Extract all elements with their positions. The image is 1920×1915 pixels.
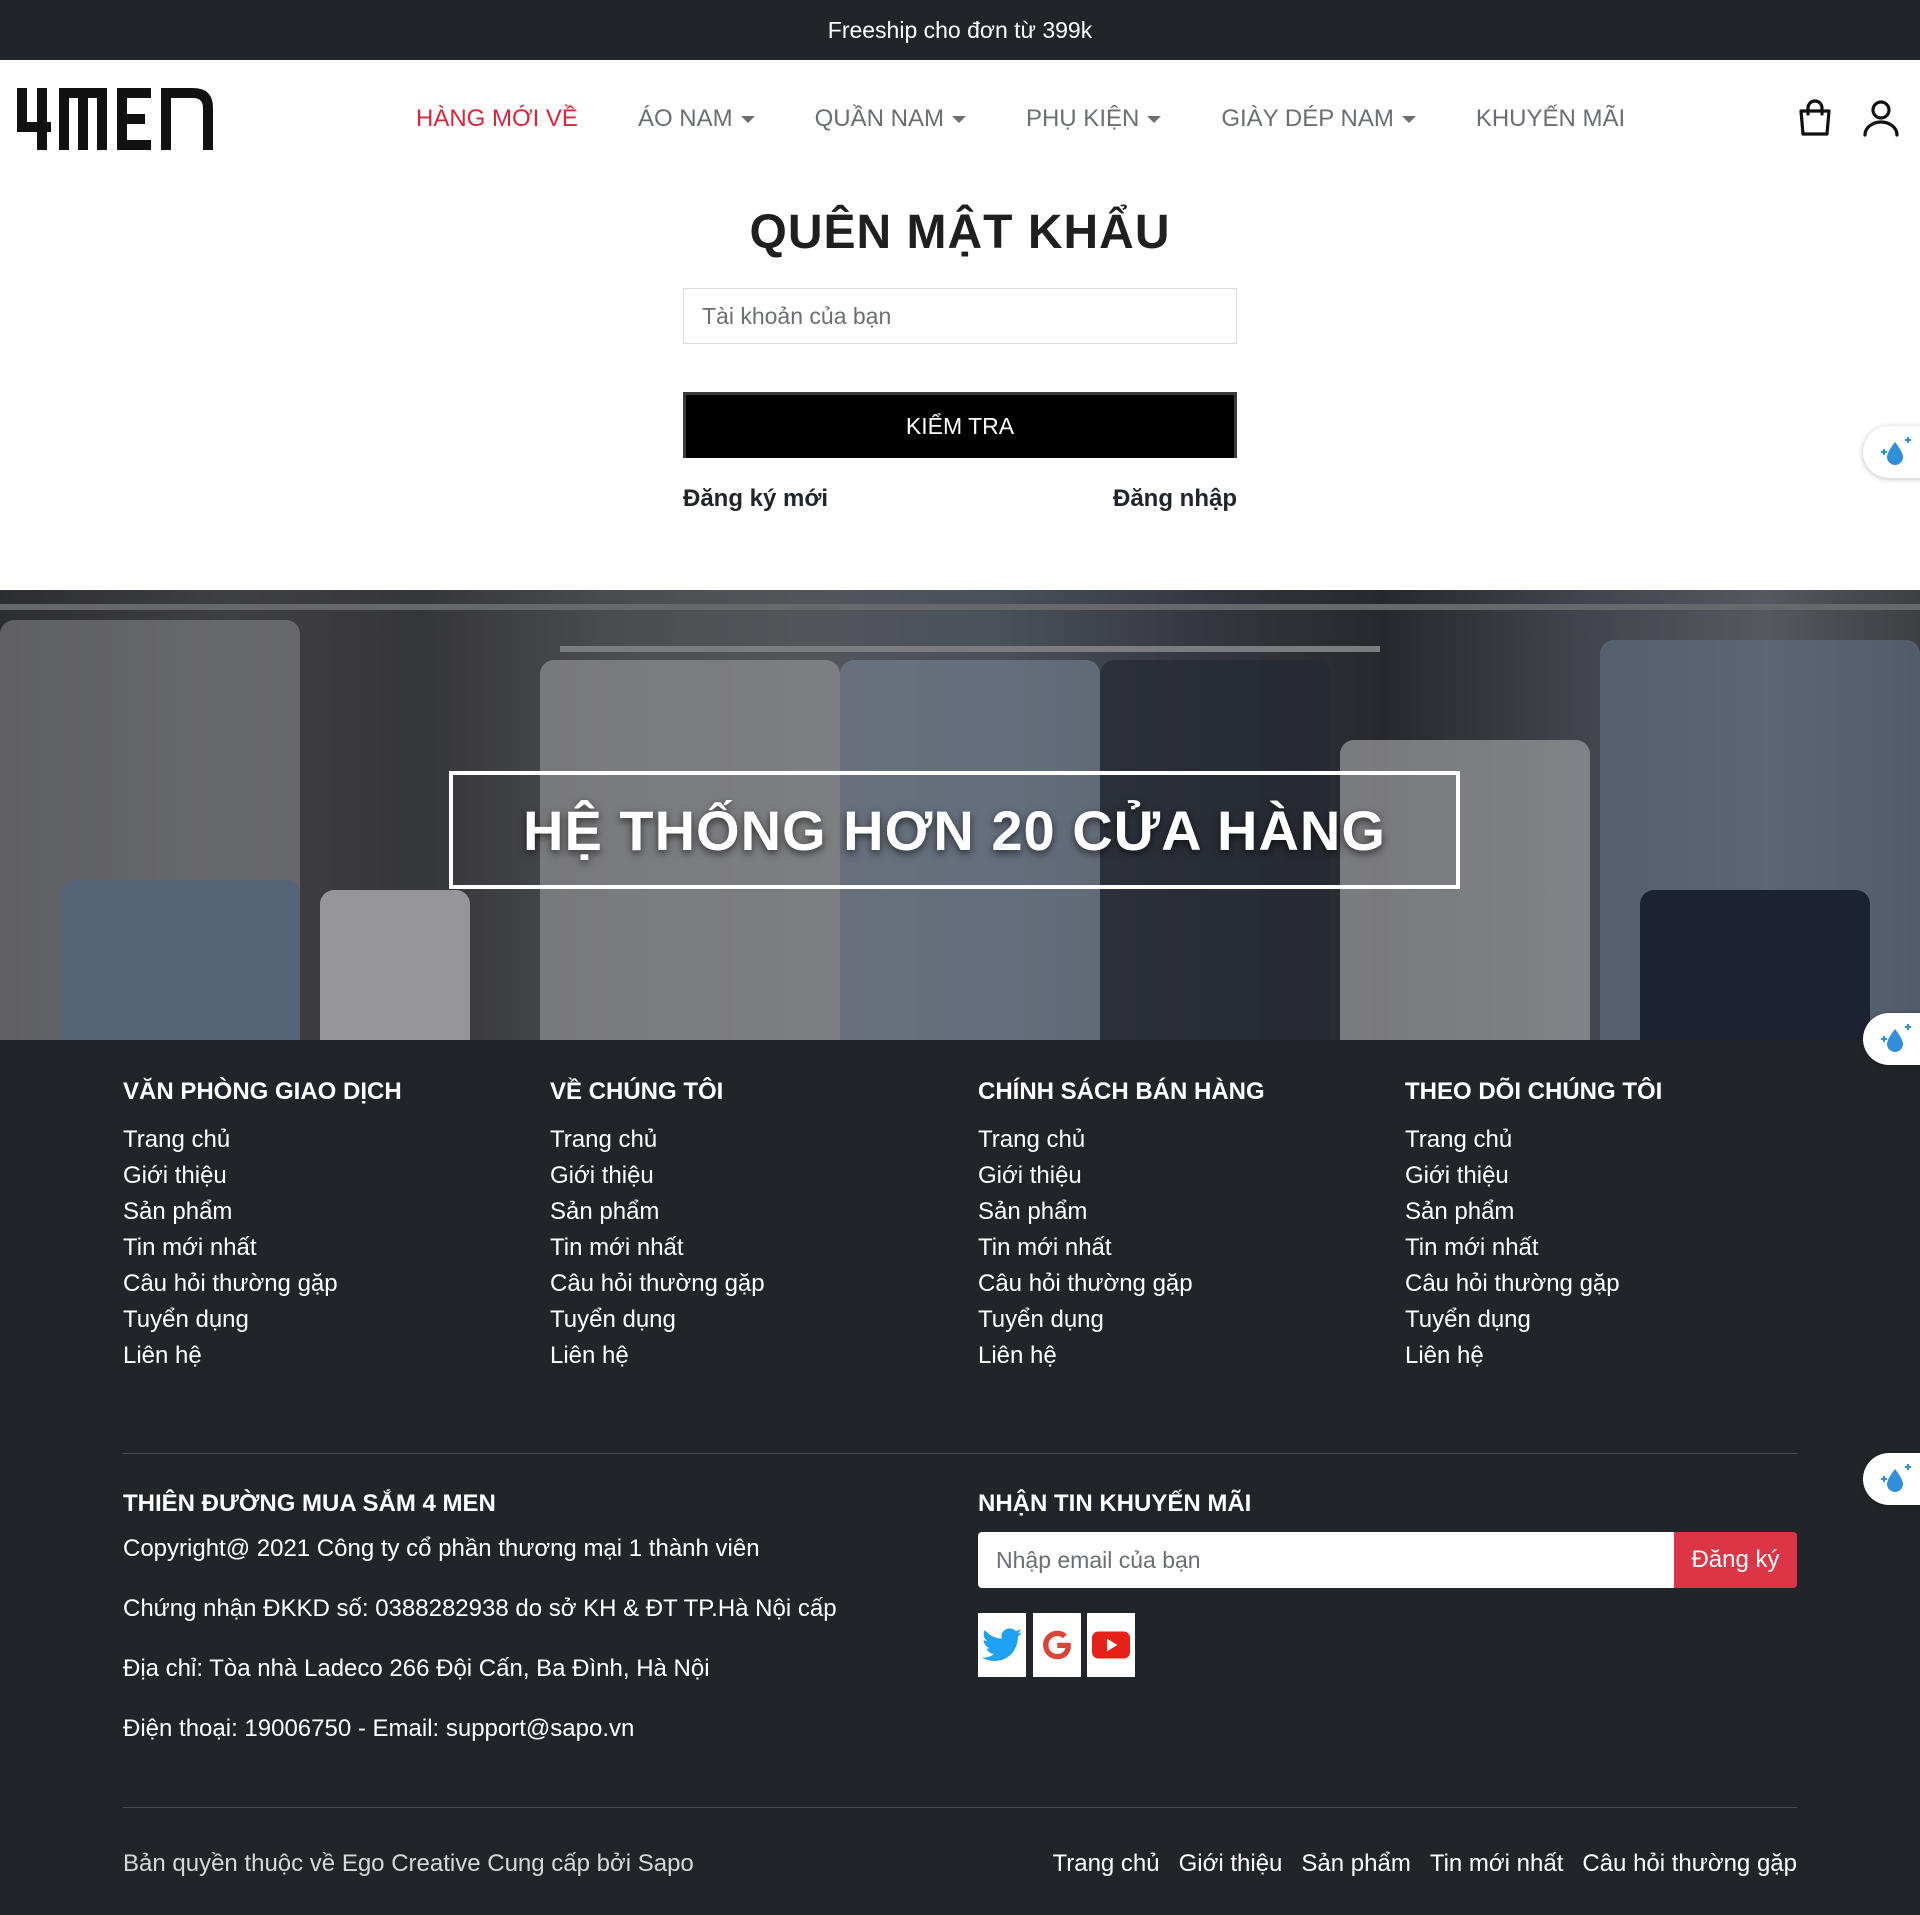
footer-column-title: CHÍNH SÁCH BÁN HÀNG bbox=[978, 1078, 1265, 1105]
nav-item[interactable]: HÀNG MỚI VỀ bbox=[416, 105, 578, 133]
banner-heading: HỆ THỐNG HƠN 20 CỬA HÀNG bbox=[523, 798, 1386, 862]
footer-column-title: THEO DÕI CHÚNG TÔI bbox=[1405, 1078, 1663, 1105]
newsletter-email-input[interactable] bbox=[978, 1532, 1674, 1588]
footer-link[interactable]: Tin mới nhất bbox=[978, 1230, 1378, 1266]
footer-link[interactable]: Tin mới nhất bbox=[123, 1230, 523, 1266]
twitter-icon[interactable] bbox=[978, 1613, 1026, 1677]
company-info-title: THIÊN ĐƯỜNG MUA SẮM 4 MEN bbox=[123, 1490, 496, 1517]
footer-link[interactable]: Liên hệ bbox=[123, 1338, 523, 1374]
footer-link[interactable]: Tin mới nhất bbox=[550, 1230, 950, 1266]
footer-bottom-link[interactable]: Giới thiệu bbox=[1179, 1850, 1283, 1878]
footer-bottom-link[interactable]: Trang chủ bbox=[1052, 1850, 1159, 1878]
footer-link[interactable]: Câu hỏi thường gặp bbox=[1405, 1266, 1805, 1302]
footer-bottom-link[interactable]: Tin mới nhất bbox=[1430, 1850, 1564, 1878]
footer-link[interactable]: Trang chủ bbox=[1405, 1122, 1805, 1158]
nav-item-label: QUẦN NAM bbox=[814, 105, 944, 132]
footer-link[interactable]: Sản phẩm bbox=[1405, 1194, 1805, 1230]
footer-link[interactable]: Câu hỏi thường gặp bbox=[978, 1266, 1378, 1302]
newsletter-subscribe-button[interactable]: Đăng ký bbox=[1674, 1532, 1797, 1588]
footer-link[interactable]: Trang chủ bbox=[550, 1122, 950, 1158]
nav-item-label: PHỤ KIỆN bbox=[1025, 105, 1140, 132]
footer-link[interactable]: Trang chủ bbox=[978, 1122, 1378, 1158]
newsletter-title: NHẬN TIN KHUYẾN MÃI bbox=[978, 1490, 1252, 1517]
user-icon[interactable] bbox=[1861, 98, 1901, 138]
stores-banner[interactable]: HỆ THỐNG HƠN 20 CỬA HÀNG bbox=[0, 590, 1920, 1040]
footer-link[interactable]: Liên hệ bbox=[550, 1338, 950, 1374]
nav-item-label: HÀNG MỚI VỀ bbox=[416, 105, 578, 132]
footer-link[interactable]: Tuyển dụng bbox=[1405, 1302, 1805, 1338]
caret-down-icon bbox=[1147, 115, 1162, 123]
floating-widget[interactable] bbox=[1863, 1453, 1920, 1505]
water-drop-icon bbox=[1881, 437, 1911, 465]
company-info-line: Điện thoại: 19006750 - Email: support@sa… bbox=[123, 1715, 635, 1742]
floating-widget[interactable] bbox=[1863, 426, 1920, 478]
footer-link[interactable]: Tin mới nhất bbox=[1405, 1230, 1805, 1266]
footer-link[interactable]: Liên hệ bbox=[978, 1338, 1378, 1374]
caret-down-icon bbox=[951, 115, 966, 123]
page-title: QUÊN MẬT KHẨU bbox=[749, 206, 1171, 259]
footer-column: CHÍNH SÁCH BÁN HÀNG Trang chủ Giới thiệu Sả… bbox=[978, 1078, 1378, 1374]
footer-column-title: VĂN PHÒNG GIAO DỊCH bbox=[123, 1078, 402, 1105]
main-nav: HÀNG MỚI VỀ ÁO NAM QUẦN NAM PHỤ KIỆN GIÀY DÉ… bbox=[416, 60, 1685, 178]
footer-link[interactable]: Sản phẩm bbox=[550, 1194, 950, 1230]
footer-column: THEO DÕI CHÚNG TÔI Trang chủ Giới thiệu Sản… bbox=[1405, 1078, 1805, 1374]
nav-item[interactable]: KHUYẾN MÃI bbox=[1476, 105, 1625, 133]
logo[interactable] bbox=[17, 86, 213, 152]
nav-item-label: KHUYẾN MÃI bbox=[1475, 105, 1626, 132]
nav-item-label: ÁO NAM bbox=[637, 105, 733, 132]
nav-item[interactable]: GIÀY DÉP NAM bbox=[1221, 105, 1416, 133]
footer-link[interactable]: Tuyển dụng bbox=[550, 1302, 950, 1338]
banner-frame: HỆ THỐNG HƠN 20 CỬA HÀNG bbox=[449, 771, 1460, 889]
account-input[interactable] bbox=[683, 288, 1237, 344]
nav-item[interactable]: QUẦN NAM bbox=[815, 105, 966, 133]
site-footer: VĂN PHÒNG GIAO DỊCH Trang chủ Giới thiệu Sả… bbox=[0, 1040, 1920, 1915]
footer-link[interactable]: Giới thiệu bbox=[550, 1158, 950, 1194]
announcement-text: Freeship cho đơn từ 399k bbox=[827, 16, 1093, 43]
login-link[interactable]: Đăng nhập bbox=[1113, 485, 1237, 513]
footer-column: VỀ CHÚNG TÔI Trang chủ Giới thiệu Sản phẩm T… bbox=[550, 1078, 950, 1374]
footer-divider bbox=[123, 1807, 1797, 1808]
footer-link[interactable]: Tuyển dụng bbox=[978, 1302, 1378, 1338]
footer-link[interactable]: Sản phẩm bbox=[123, 1194, 523, 1230]
footer-link[interactable]: Trang chủ bbox=[123, 1122, 523, 1158]
company-info-line: Địa chỉ: Tòa nhà Ladeco 266 Đội Cấn, Ba … bbox=[123, 1655, 710, 1682]
footer-divider bbox=[123, 1453, 1797, 1454]
check-button[interactable]: KIỂM TRA bbox=[683, 392, 1237, 458]
water-drop-icon bbox=[1881, 1464, 1911, 1492]
footer-link[interactable]: Sản phẩm bbox=[978, 1194, 1378, 1230]
footer-link[interactable]: Tuyển dụng bbox=[123, 1302, 523, 1338]
nav-item[interactable]: ÁO NAM bbox=[638, 105, 755, 133]
water-drop-icon bbox=[1881, 1024, 1911, 1052]
footer-link[interactable]: Giới thiệu bbox=[123, 1158, 523, 1194]
footer-bottom-nav: Trang chủ Giới thiệu Sản phẩm Tin mới nhất C… bbox=[1033, 1850, 1797, 1878]
footer-column: VĂN PHÒNG GIAO DỊCH Trang chủ Giới thiệu Sả… bbox=[123, 1078, 523, 1374]
shopping-bag-icon[interactable] bbox=[1795, 98, 1835, 138]
nav-item-label: GIÀY DÉP NAM bbox=[1221, 105, 1394, 132]
footer-link[interactable]: Câu hỏi thường gặp bbox=[550, 1266, 950, 1302]
nav-item[interactable]: PHỤ KIỆN bbox=[1025, 105, 1162, 133]
google-icon[interactable] bbox=[1033, 1613, 1081, 1677]
copyright-text: Bản quyền thuộc về Ego Creative Cung cấp… bbox=[123, 1850, 694, 1877]
footer-link[interactable]: Liên hệ bbox=[1405, 1338, 1805, 1374]
footer-bottom-link[interactable]: Câu hỏi thường gặp bbox=[1582, 1850, 1797, 1878]
register-link[interactable]: Đăng ký mới bbox=[683, 485, 828, 513]
company-info-line: Chứng nhận ĐKKD số: 0388282938 do sở KH … bbox=[123, 1595, 837, 1622]
announcement-bar: Freeship cho đơn từ 399k bbox=[0, 0, 1920, 60]
footer-column-title: VỀ CHÚNG TÔI bbox=[550, 1078, 724, 1105]
footer-bottom-link[interactable]: Sản phẩm bbox=[1301, 1850, 1410, 1878]
footer-link[interactable]: Câu hỏi thường gặp bbox=[123, 1266, 523, 1302]
footer-link[interactable]: Giới thiệu bbox=[978, 1158, 1378, 1194]
logo-mark bbox=[17, 88, 213, 150]
floating-widget[interactable] bbox=[1863, 1013, 1920, 1065]
footer-link[interactable]: Giới thiệu bbox=[1405, 1158, 1805, 1194]
site-header: HÀNG MỚI VỀ ÁO NAM QUẦN NAM PHỤ KIỆN GIÀY DÉ… bbox=[0, 60, 1920, 178]
caret-down-icon bbox=[1401, 115, 1416, 123]
youtube-icon[interactable] bbox=[1087, 1613, 1135, 1677]
caret-down-icon bbox=[740, 115, 755, 123]
company-info-line: Copyright@ 2021 Công ty cổ phần thương m… bbox=[123, 1535, 760, 1562]
